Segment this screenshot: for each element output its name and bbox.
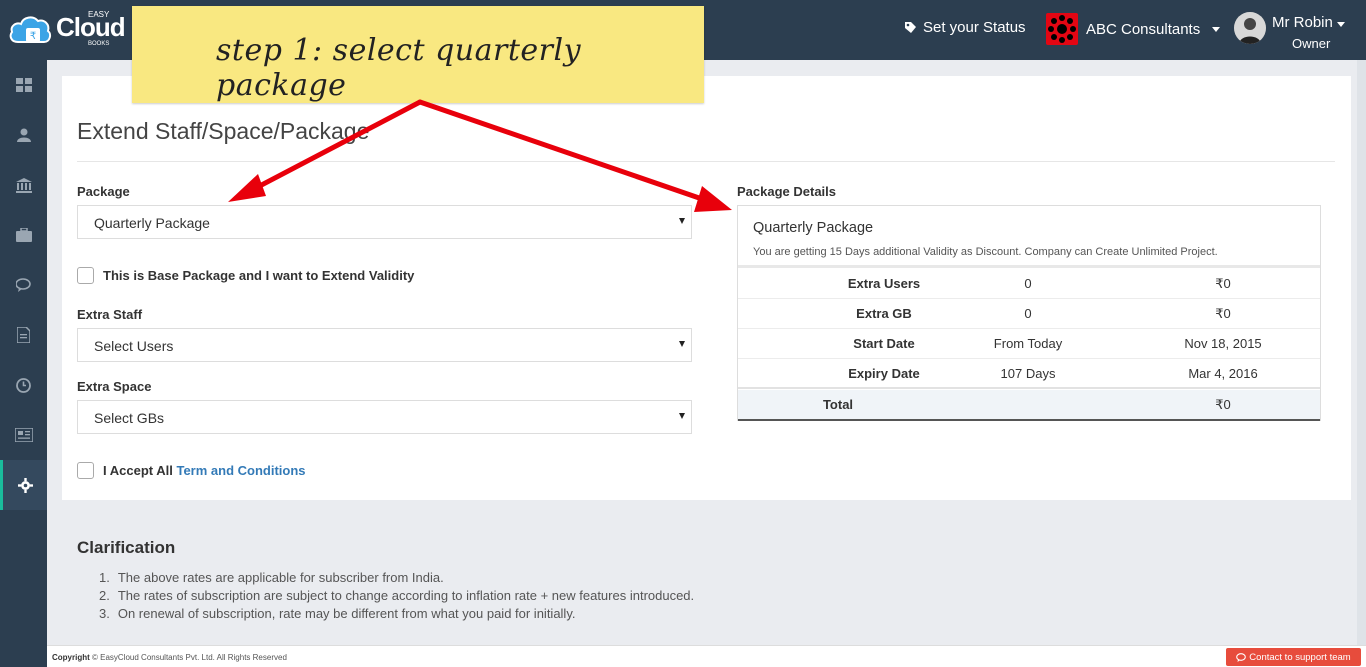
sidebar-item-bank[interactable] xyxy=(0,160,47,210)
dropdown-arrow-icon xyxy=(679,218,685,224)
clarification-title: Clarification xyxy=(77,538,176,557)
set-status-label: Set your Status xyxy=(923,19,1026,36)
sidebar-item-messages[interactable] xyxy=(0,260,47,310)
newspaper-icon xyxy=(14,428,33,442)
user-name: Mr Robin xyxy=(1272,14,1345,31)
base-package-label: This is Base Package and I want to Exten… xyxy=(103,268,415,283)
package-details-box: Quarterly Package You are getting 15 Day… xyxy=(737,205,1321,421)
annotation-note: step 1: select quarterly package xyxy=(132,6,704,103)
cloud-logo-icon: ₹ xyxy=(9,16,52,43)
package-details-title: Quarterly Package xyxy=(753,220,874,236)
terms-link[interactable]: Term and Conditions xyxy=(176,463,305,478)
user-icon xyxy=(16,128,31,142)
list-item: 1. The above rates are applicable for sub… xyxy=(99,570,444,585)
sidebar-item-projects[interactable] xyxy=(0,210,47,260)
accept-terms-option[interactable]: I Accept All Term and Conditions xyxy=(77,462,306,479)
table-row: Expiry Date 107 Days Mar 4, 2016 xyxy=(738,359,1320,389)
package-details-header: Quarterly Package You are getting 15 Day… xyxy=(738,206,1320,268)
briefcase-icon xyxy=(15,228,32,242)
table-row: Extra GB 0 ₹0 xyxy=(738,299,1320,329)
copyright-text: Copyright © EasyCloud Consultants Pvt. L… xyxy=(52,653,287,662)
base-package-checkbox[interactable] xyxy=(77,267,94,284)
total-amount: ₹0 xyxy=(1215,397,1231,412)
bank-icon xyxy=(15,177,32,193)
logo-books: BOOKS xyxy=(88,41,110,47)
footer: Copyright © EasyCloud Consultants Pvt. L… xyxy=(47,645,1366,667)
package-details-heading: Package Details xyxy=(737,184,837,199)
company-switcher[interactable]: ABC Consultants xyxy=(1046,13,1221,45)
annotation-text: step 1: select quarterly package xyxy=(216,33,582,103)
accept-terms-label: I Accept All Term and Conditions xyxy=(103,463,306,478)
title-divider xyxy=(77,161,1335,162)
accept-terms-checkbox[interactable] xyxy=(77,462,94,479)
sidebar-item-documents[interactable] xyxy=(0,310,47,360)
gear-icon xyxy=(17,477,33,493)
dashboard-icon xyxy=(15,78,32,92)
clock-icon xyxy=(16,377,31,393)
sidebar-item-reports[interactable] xyxy=(0,410,47,460)
dropdown-arrow-icon xyxy=(679,341,685,347)
sidebar-item-settings[interactable] xyxy=(0,460,47,510)
table-row: Start Date From Today Nov 18, 2015 xyxy=(738,329,1320,359)
total-row: Total ₹0 xyxy=(738,390,1320,421)
contact-support-button[interactable]: Contact to support team xyxy=(1226,648,1361,666)
logo-easy: EASY xyxy=(88,10,110,19)
svg-text:₹: ₹ xyxy=(30,31,36,42)
set-status-link[interactable]: Set your Status xyxy=(904,19,1026,36)
tag-icon xyxy=(905,22,916,33)
table-row: Extra Users 0 ₹0 xyxy=(738,269,1320,299)
chevron-down-icon xyxy=(1212,26,1221,32)
package-label: Package xyxy=(77,184,130,199)
chat-icon xyxy=(15,278,31,292)
sidebar-item-users[interactable] xyxy=(0,110,47,160)
company-name: ABC Consultants xyxy=(1086,20,1201,38)
base-package-option[interactable]: This is Base Package and I want to Exten… xyxy=(77,267,414,284)
extra-space-select-value: Select GBs xyxy=(94,410,165,426)
sidebar-item-dashboard[interactable] xyxy=(0,60,47,110)
chat-bubble-icon xyxy=(1236,652,1247,662)
page-title: Extend Staff/Space/Package xyxy=(77,118,370,144)
scrollbar[interactable] xyxy=(1357,60,1366,645)
avatar xyxy=(1234,12,1266,44)
sidebar xyxy=(0,60,47,667)
document-icon xyxy=(17,327,30,343)
user-role: Owner xyxy=(1292,36,1331,51)
app-logo[interactable]: ₹ Cloud EASY BOOKS xyxy=(8,6,126,54)
list-item: 2. The rates of subscription are subject … xyxy=(99,588,695,603)
extra-staff-select[interactable]: Select Users xyxy=(77,328,692,362)
extra-staff-label: Extra Staff xyxy=(77,307,143,322)
company-logo-icon xyxy=(1046,13,1078,45)
package-select-value: Quarterly Package xyxy=(94,215,210,231)
clarification-list: 1. The above rates are applicable for sub… xyxy=(99,569,694,623)
total-label: Total xyxy=(822,397,854,412)
extra-space-select[interactable]: Select GBs xyxy=(77,400,692,434)
package-select[interactable]: Quarterly Package xyxy=(77,205,692,239)
list-item: 3. On renewal of subscription, rate may b… xyxy=(99,606,576,621)
package-details-description: You are getting 15 Days additional Valid… xyxy=(753,246,1218,258)
dropdown-arrow-icon xyxy=(679,413,685,419)
extra-space-label: Extra Space xyxy=(77,379,152,394)
sidebar-item-timesheet[interactable] xyxy=(0,360,47,410)
extra-staff-select-value: Select Users xyxy=(94,338,174,354)
